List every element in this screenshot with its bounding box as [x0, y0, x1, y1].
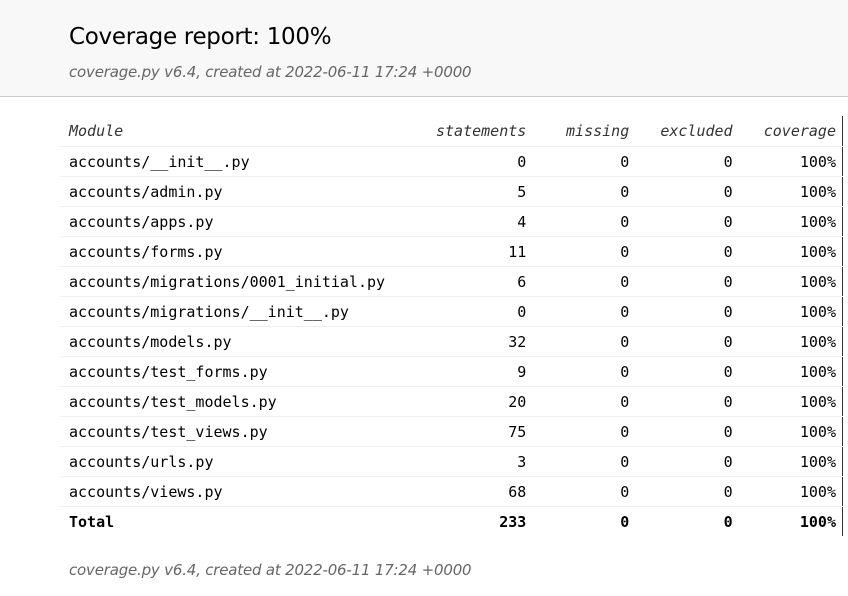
total-statements: 233: [499, 512, 527, 531]
total-row: Total 233 0 0 100%: [60, 507, 843, 537]
coverage-cell: 100%: [732, 206, 843, 237]
module-link[interactable]: accounts/test_forms.py: [60, 356, 408, 387]
excluded-cell: 0: [629, 176, 733, 207]
excluded-cell: 0: [629, 356, 733, 387]
module-link[interactable]: accounts/forms.py: [60, 236, 408, 267]
missing-cell: 0: [526, 476, 630, 507]
column-header-missing[interactable]: missing: [526, 116, 630, 147]
excluded-cell: 0: [629, 386, 733, 417]
coverage-cell: 100%: [732, 266, 843, 297]
missing-cell: 0: [526, 356, 630, 387]
module-link[interactable]: accounts/apps.py: [60, 206, 408, 237]
statements-cell: 0: [407, 296, 527, 327]
excluded-cell: 0: [629, 476, 733, 507]
column-header-statements[interactable]: statements: [407, 116, 527, 147]
excluded-cell: 0: [629, 236, 733, 267]
statements-cell: 9: [407, 356, 527, 387]
statements-cell: 75: [407, 416, 527, 447]
coverage-cell: 100%: [732, 476, 843, 507]
coverage-cell: 100%: [732, 416, 843, 447]
excluded-cell: 0: [629, 416, 733, 447]
total-missing: 0: [620, 512, 630, 531]
table-row: accounts/admin.py 5 0 0 100%: [60, 176, 843, 207]
table-row: accounts/__init__.py 0 0 0 100%: [60, 146, 843, 177]
table-row: accounts/migrations/0001_initial.py 6 0 0 10…: [60, 266, 843, 297]
excluded-cell: 0: [629, 326, 733, 357]
missing-cell: 0: [526, 296, 630, 327]
module-link[interactable]: accounts/migrations/0001_initial.py: [60, 266, 408, 297]
column-header-coverage[interactable]: coverage: [732, 116, 843, 147]
coverage-cell: 100%: [732, 386, 843, 417]
missing-cell: 0: [526, 266, 630, 297]
module-link[interactable]: accounts/models.py: [60, 326, 408, 357]
missing-cell: 0: [526, 386, 630, 417]
coverage-table: Module statements missing excluded cover…: [60, 116, 843, 536]
excluded-cell: 0: [629, 296, 733, 327]
statements-cell: 11: [407, 236, 527, 267]
statements-cell: 4: [407, 206, 527, 237]
statements-cell: 68: [407, 476, 527, 507]
report-footer: coverage.py v6.4, created at 2022-06-11 …: [69, 561, 472, 579]
statements-cell: 0: [407, 146, 527, 177]
statements-cell: 5: [407, 176, 527, 207]
excluded-cell: 0: [629, 146, 733, 177]
coverage-cell: 100%: [732, 446, 843, 477]
statements-cell: 32: [407, 326, 527, 357]
table-row: accounts/test_views.py 75 0 0 100%: [60, 416, 843, 447]
table-row: accounts/test_forms.py 9 0 0 100%: [60, 356, 843, 387]
table-header-row: Module statements missing excluded cover…: [60, 116, 843, 147]
table-row: accounts/urls.py 3 0 0 100%: [60, 446, 843, 477]
table-body: accounts/__init__.py 0 0 0 100% accounts/admi…: [60, 146, 843, 507]
missing-cell: 0: [526, 416, 630, 447]
total-excluded: 0: [723, 512, 733, 531]
statements-cell: 6: [407, 266, 527, 297]
module-link[interactable]: accounts/admin.py: [60, 176, 408, 207]
total-label: Total: [69, 512, 115, 531]
missing-cell: 0: [526, 206, 630, 237]
module-link[interactable]: accounts/views.py: [60, 476, 408, 507]
coverage-cell: 100%: [732, 296, 843, 327]
module-link[interactable]: accounts/migrations/__init__.py: [60, 296, 408, 327]
statements-cell: 20: [407, 386, 527, 417]
missing-cell: 0: [526, 176, 630, 207]
missing-cell: 0: [526, 146, 630, 177]
missing-cell: 0: [526, 236, 630, 267]
column-header-module[interactable]: Module: [60, 116, 408, 147]
excluded-cell: 0: [629, 266, 733, 297]
table-row: accounts/forms.py 11 0 0 100%: [60, 236, 843, 267]
report-header: Coverage report: 100% coverage.py v6.4, …: [0, 0, 848, 97]
coverage-cell: 100%: [732, 176, 843, 207]
report-subtitle: coverage.py v6.4, created at 2022-06-11 …: [69, 63, 472, 81]
module-link[interactable]: accounts/urls.py: [60, 446, 408, 477]
excluded-cell: 0: [629, 446, 733, 477]
total-coverage: 100%: [799, 512, 836, 531]
missing-cell: 0: [526, 326, 630, 357]
missing-cell: 0: [526, 446, 630, 477]
table-row: accounts/test_models.py 20 0 0 100%: [60, 386, 843, 417]
column-header-excluded[interactable]: excluded: [629, 116, 733, 147]
coverage-cell: 100%: [732, 356, 843, 387]
table-row: accounts/views.py 68 0 0 100%: [60, 476, 843, 507]
coverage-cell: 100%: [732, 236, 843, 267]
table-row: accounts/migrations/__init__.py 0 0 0 100%: [60, 296, 843, 327]
module-link[interactable]: accounts/__init__.py: [60, 146, 408, 177]
excluded-cell: 0: [629, 206, 733, 237]
table-row: accounts/apps.py 4 0 0 100%: [60, 206, 843, 237]
table-row: accounts/models.py 32 0 0 100%: [60, 326, 843, 357]
coverage-cell: 100%: [732, 326, 843, 357]
page-title: Coverage report: 100%: [69, 24, 332, 50]
statements-cell: 3: [407, 446, 527, 477]
coverage-cell: 100%: [732, 146, 843, 177]
module-link[interactable]: accounts/test_views.py: [60, 416, 408, 447]
module-link[interactable]: accounts/test_models.py: [60, 386, 408, 417]
